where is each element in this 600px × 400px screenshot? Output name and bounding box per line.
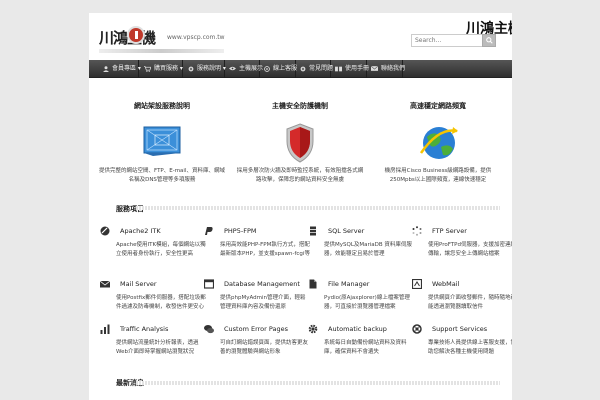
nav-label: 會員專區 <box>112 65 137 72</box>
shield-icon <box>286 123 314 167</box>
search-input[interactable] <box>411 34 483 47</box>
page-container: 川鴻主機 www.vpscp.com.tw 川鴻主機 會員專區 ▾ 購買服務 ▾… <box>89 13 512 400</box>
site-logo[interactable]: 川鴻主機 www.vpscp.com.tw <box>99 23 225 53</box>
service-title: PHP5-FPM <box>224 227 257 235</box>
gear-icon <box>188 66 194 71</box>
service-desc: Pydio(原Ajaxplorer)線上檔案管理器，可直接於瀏覽器管理檔案 <box>324 295 410 310</box>
feature-title: 網站架設服務說明 <box>134 102 190 110</box>
service-desc: Apache使用ITK模組，每個網站以獨立使用者身份執行，安全性更高 <box>116 242 206 257</box>
service-title: Custom Error Pages <box>224 325 289 333</box>
section-divider <box>136 206 500 210</box>
service-desc: 專業技術人員提供線上客服支援，協助您解決各種主機使用問題 <box>428 340 512 355</box>
service-title: Database Management <box>224 280 300 288</box>
service-desc: 使用ProFTPd伺服器，支援加密連線傳輸，讓您安全上傳網站檔案 <box>428 242 512 257</box>
service-title: Mail Server <box>120 280 157 288</box>
service-desc: 提供phpMyAdmin管理介面，輕鬆管理資料庫內容及備份還原 <box>220 295 306 310</box>
service-desc: 使用Postfix郵件伺服器，搭配垃圾郵件過濾及防毒機制，收發信件更安心 <box>116 295 206 310</box>
mail-icon <box>370 65 379 71</box>
service-desc: 提供網頁介面收發郵件，隨時隨地都能透過瀏覽器讀取信件 <box>428 295 512 310</box>
nav-item-members[interactable]: 會員專區 ▾ <box>89 60 141 78</box>
service-title: File Manager <box>328 280 370 288</box>
service-desc: 採用高效能PHP-FPM執行方式，搭配最新版本PHP，並支援spawn-fcgi… <box>220 242 310 257</box>
webmail-icon <box>412 279 422 289</box>
feature-desc: 機房採用Cisco Business級網路設備，提供250Mpbs以上國際頻寬，… <box>384 168 492 183</box>
support-icon <box>264 65 270 72</box>
cart-icon <box>144 65 152 72</box>
service-desc: 提供MySQL及MariaDB 資料庫伺服器，效能穩定且易於管理 <box>324 242 412 257</box>
nav-label: 購買服務 <box>154 65 179 72</box>
user-icon <box>103 65 109 72</box>
nav-item-service-info[interactable]: 服務說明 ▾ <box>183 60 226 78</box>
search-icon <box>486 37 493 44</box>
nav-item-buy[interactable]: 購買服務 ▾ <box>139 60 183 78</box>
section-divider <box>136 381 500 385</box>
feature-title: 高速穩定網路頻寬 <box>410 102 466 110</box>
nav-item-demo[interactable]: 主機展示 <box>225 60 263 78</box>
search-button[interactable] <box>482 34 496 47</box>
gear-icon <box>300 66 306 71</box>
feature-desc: 提供完整的網站空間、FTP、E-mail、資料庫、網域名稱及DNS管理等多項服務 <box>99 168 225 183</box>
feature-title: 主機安全防護機制 <box>272 102 328 110</box>
book-icon <box>335 66 342 71</box>
service-desc: 可自訂網站錯誤頁面，提供訪客更友善的瀏覽體驗與網站形象 <box>220 340 309 355</box>
service-title: Traffic Analysis <box>120 325 169 333</box>
nav-label: 聯絡我們 <box>381 65 406 72</box>
chart-icon <box>100 324 110 334</box>
service-desc: 提供網站流量統計分析報表，透過Web介面即時掌握網站瀏覽狀況 <box>116 340 199 355</box>
logo-underline <box>99 49 224 53</box>
main-nav: 會員專區 ▾ 購買服務 ▾ 服務說明 ▾ 主機展示 線上客服 常見問題 使用手冊… <box>89 60 512 78</box>
file-icon <box>309 279 317 289</box>
service-title: Apache2 ITK <box>120 227 161 235</box>
nav-label: 常見問題 <box>309 65 334 72</box>
globe-icon <box>419 123 459 167</box>
database-icon <box>310 226 316 236</box>
blueprint-icon <box>143 125 181 161</box>
nav-item-faq[interactable]: 常見問題 <box>296 60 334 78</box>
service-title: SQL Server <box>328 227 365 235</box>
service-title: Automatic backup <box>328 325 387 333</box>
nav-item-contact[interactable]: 聯絡我們 <box>367 60 406 78</box>
service-title: FTP Server <box>432 227 467 235</box>
nav-item-manual[interactable]: 使用手冊 <box>331 60 370 78</box>
support-icon <box>412 324 422 334</box>
chat-icon <box>204 325 214 334</box>
ftp-icon <box>412 226 422 236</box>
power-icon <box>127 26 145 44</box>
feature-desc: 採用多層次防火牆及即時監控系統，有效阻擋各式網路攻擊，保障您的網站資料安全無虞 <box>236 168 364 183</box>
php-icon <box>205 227 213 235</box>
service-title: Support Services <box>432 325 488 333</box>
service-title: WebMail <box>432 280 460 288</box>
mail-icon <box>100 280 110 288</box>
logo-url: www.vpscp.com.tw <box>167 34 225 41</box>
apache-icon <box>100 226 110 236</box>
nav-label: 使用手冊 <box>345 65 370 72</box>
nav-item-support[interactable]: 線上客服 <box>260 60 298 78</box>
nav-label: 服務說明 <box>197 65 222 72</box>
window-icon <box>204 279 214 289</box>
gear-icon <box>308 324 318 334</box>
service-desc: 系統每日自動備份網站資料及資料庫，確保資料不會遺失 <box>324 340 407 355</box>
eye-icon <box>229 66 236 71</box>
nav-label: 線上客服 <box>273 65 298 72</box>
